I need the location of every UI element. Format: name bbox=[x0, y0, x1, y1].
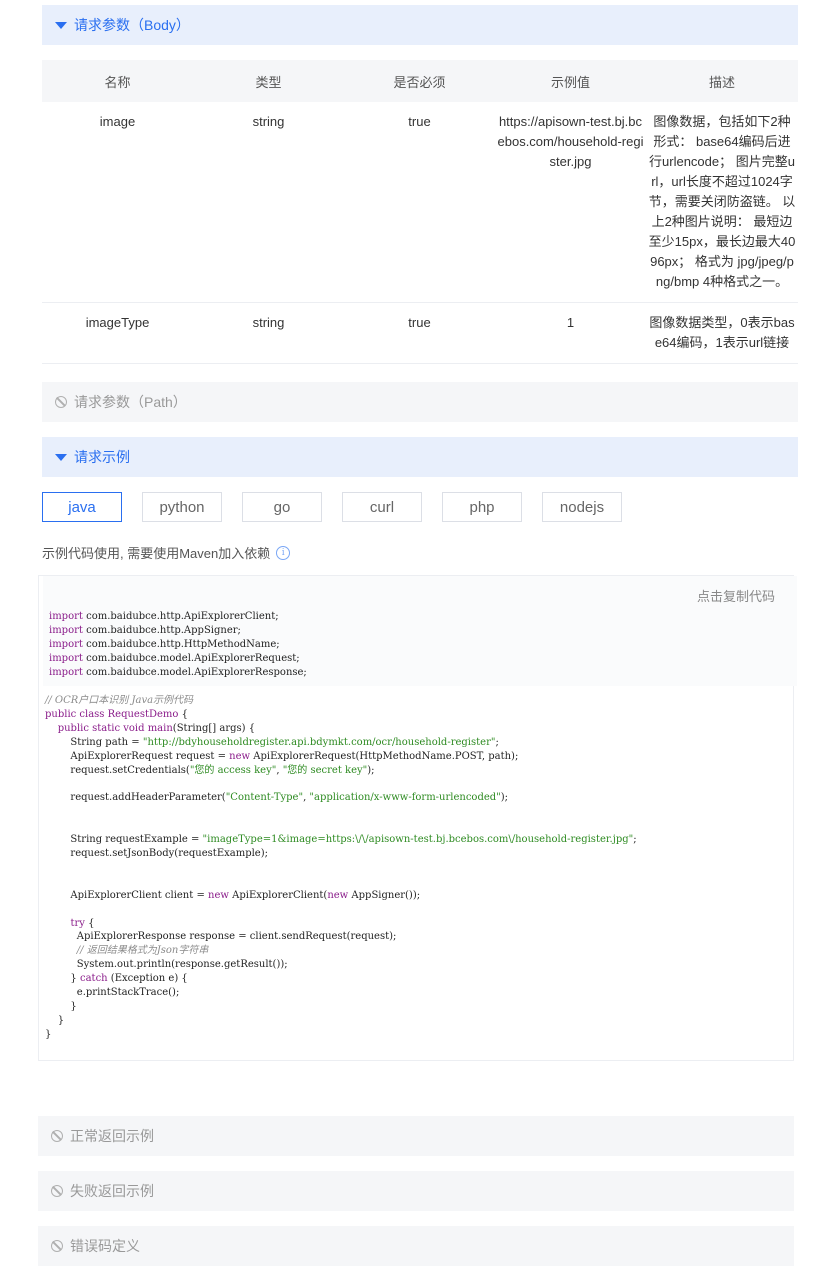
disabled-icon bbox=[51, 1185, 63, 1197]
caret-down-icon bbox=[55, 453, 67, 461]
code-imports: import com.baidubce.http.ApiExplorerClie… bbox=[49, 611, 307, 678]
col-header-type: 类型 bbox=[193, 60, 344, 102]
copy-code-button[interactable]: 点击复制代码 bbox=[697, 586, 775, 605]
maven-hint: 示例代码使用, 需要使用Maven加入依赖 i bbox=[42, 543, 291, 562]
normal-response-title: 正常返回示例 bbox=[70, 1128, 154, 1144]
request-example-title: 请求示例 bbox=[74, 449, 130, 465]
import-line: com.baidubce.http.ApiExplorerClient; bbox=[86, 611, 279, 622]
fail-response-title: 失败返回示例 bbox=[70, 1183, 154, 1199]
cell-desc: 图像数据类型，0表示base64编码，1表示url链接 bbox=[646, 302, 798, 364]
cell-example: 1 bbox=[495, 302, 646, 364]
tab-go[interactable]: go bbox=[242, 492, 322, 522]
header-val: "application/x-www-form-urlencoded" bbox=[309, 792, 501, 804]
body-params-header[interactable]: 请求参数（Body） bbox=[42, 5, 798, 45]
tab-java[interactable]: java bbox=[42, 492, 122, 522]
cell-type: string bbox=[193, 302, 344, 364]
language-tabs: java python go curl php nodejs bbox=[42, 492, 642, 522]
cell-required: true bbox=[344, 302, 495, 364]
col-header-desc: 描述 bbox=[646, 60, 798, 102]
code-block: 点击复制代码 import com.baidubce.http.ApiExplo… bbox=[38, 575, 797, 1061]
cell-name: imageType bbox=[42, 302, 193, 364]
normal-response-header[interactable]: 正常返回示例 bbox=[38, 1116, 794, 1156]
path-params-header[interactable]: 请求参数（Path） bbox=[42, 382, 798, 422]
col-header-example: 示例值 bbox=[495, 60, 646, 102]
col-header-required: 是否必须 bbox=[344, 60, 495, 102]
caret-down-icon bbox=[55, 21, 67, 29]
url-string: "http://bdyhouseholdregister.api.bdymkt.… bbox=[142, 736, 496, 748]
import-line: com.baidubce.model.ApiExplorerRequest; bbox=[86, 652, 300, 664]
tab-nodejs[interactable]: nodejs bbox=[542, 492, 622, 522]
import-line: com.baidubce.http.HttpMethodName; bbox=[86, 638, 280, 650]
disabled-icon bbox=[51, 1240, 63, 1252]
code-comment: // 返回结果格式为Json字符串 bbox=[76, 945, 209, 957]
header-key: "Content-Type" bbox=[225, 792, 304, 804]
tab-curl[interactable]: curl bbox=[342, 492, 422, 522]
import-line: com.baidubce.http.AppSigner; bbox=[86, 624, 241, 636]
params-table: 名称 类型 是否必须 示例值 描述 image string true http… bbox=[42, 60, 798, 364]
cell-name: image bbox=[42, 102, 193, 303]
disabled-icon bbox=[55, 396, 67, 408]
cell-type: string bbox=[193, 102, 344, 303]
ak-string: "您的 access key" bbox=[189, 764, 277, 776]
col-header-name: 名称 bbox=[42, 60, 193, 102]
path-params-title: 请求参数（Path） bbox=[74, 394, 187, 410]
body-params-title: 请求参数（Body） bbox=[74, 17, 190, 33]
error-code-title: 错误码定义 bbox=[70, 1238, 140, 1254]
fail-response-header[interactable]: 失败返回示例 bbox=[38, 1171, 794, 1211]
table-row: image string true https://apisown-test.b… bbox=[42, 102, 798, 303]
maven-hint-text: 示例代码使用, 需要使用Maven加入依赖 bbox=[42, 546, 271, 561]
class-name: RequestDemo bbox=[107, 708, 179, 720]
disabled-icon bbox=[51, 1130, 63, 1142]
import-line: com.baidubce.model.ApiExplorerResponse; bbox=[86, 666, 307, 678]
table-row: imageType string true 1 图像数据类型，0表示base64… bbox=[42, 302, 798, 364]
body-example: "imageType=1&image=https:\/\/apisown-tes… bbox=[202, 834, 634, 846]
request-example-header[interactable]: 请求示例 bbox=[42, 437, 798, 477]
cell-example: https://apisown-test.bj.bcebos.com/house… bbox=[495, 102, 646, 303]
cell-desc: 图像数据，包括如下2种形式： base64编码后进行urlencode； 图片完… bbox=[646, 102, 798, 303]
tab-python[interactable]: python bbox=[142, 492, 222, 522]
error-code-header[interactable]: 错误码定义 bbox=[38, 1226, 794, 1266]
table-header-row: 名称 类型 是否必须 示例值 描述 bbox=[42, 60, 798, 102]
cell-required: true bbox=[344, 102, 495, 303]
tab-php[interactable]: php bbox=[442, 492, 522, 522]
info-icon[interactable]: i bbox=[276, 545, 291, 560]
code-comment: // OCR户口本识别 Java示例代码 bbox=[45, 695, 194, 706]
sk-string: "您的 secret key" bbox=[282, 764, 368, 776]
code-body: // OCR户口本识别 Java示例代码 public class Reques… bbox=[45, 695, 637, 1040]
